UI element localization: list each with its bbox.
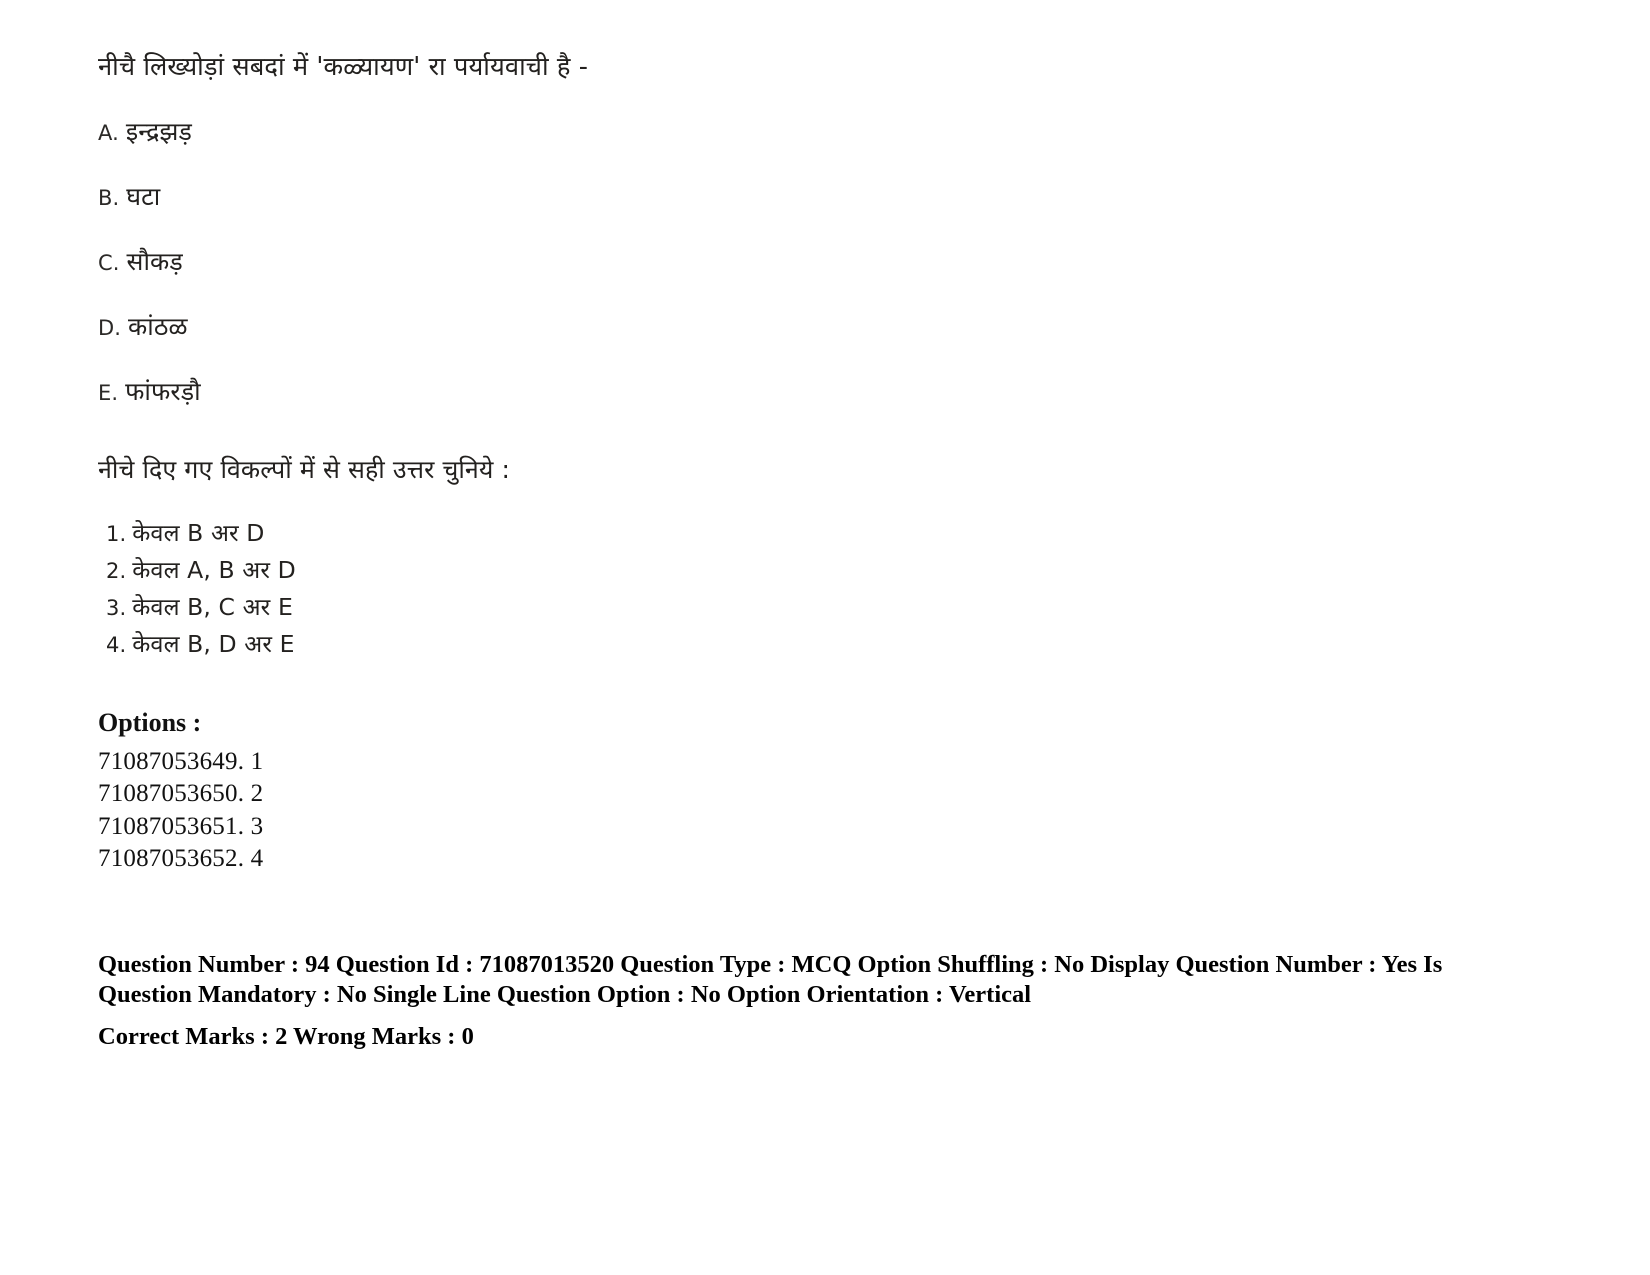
choice-number: 2. bbox=[106, 558, 127, 583]
statement-text: सौकड़ bbox=[126, 246, 183, 276]
question-stem: नीचै लिख्योड़ां सबदां में 'कळ्यायण' रा प… bbox=[98, 52, 589, 82]
statement-letter: A. bbox=[98, 120, 119, 145]
statement-item: D. कांठळ bbox=[98, 312, 1558, 342]
option-id-row: 71087053649. 1 bbox=[98, 747, 264, 775]
option-id-list: 71087053649. 1 71087053650. 2 7108705365… bbox=[98, 746, 1558, 876]
statement-item: C. सौकड़ bbox=[98, 247, 1558, 277]
statement-letter: B. bbox=[98, 185, 120, 210]
choice-item: 4. केवल B, D अर E bbox=[106, 626, 1558, 663]
statement-text: कांठळ bbox=[128, 311, 188, 341]
metadata-line-marks: Correct Marks : 2 Wrong Marks : 0 bbox=[98, 1022, 474, 1050]
metadata-line-primary: Question Number : 94 Question Id : 71087… bbox=[98, 950, 1443, 1008]
statement-letter: C. bbox=[98, 250, 120, 275]
choice-list: 1. केवल B अर D 2. केवल A, B अर D 3. केवल… bbox=[106, 515, 1558, 664]
statement-letter: E. bbox=[98, 380, 119, 405]
option-id-row: 71087053652. 4 bbox=[98, 845, 264, 873]
choice-text: केवल B, D अर E bbox=[132, 629, 295, 658]
option-id-row: 71087053651. 3 bbox=[98, 812, 264, 840]
choice-number: 4. bbox=[106, 632, 127, 657]
choice-text: केवल A, B अर D bbox=[132, 555, 296, 584]
statement-item: E. फांफरड़ौ bbox=[98, 377, 1558, 407]
option-id-row: 71087053650. 2 bbox=[98, 780, 264, 808]
statement-item: A. इन्द्रझड़ bbox=[98, 117, 1558, 147]
statement-letter: D. bbox=[98, 315, 122, 340]
choice-item: 3. केवल B, C अर E bbox=[106, 589, 1558, 626]
statement-text: इन्द्रझड़ bbox=[125, 116, 192, 146]
statement-text: फांफरड़ौ bbox=[125, 376, 201, 406]
choose-instruction: नीचे दिए गए विकल्पों में से सही उत्तर चु… bbox=[98, 454, 511, 484]
choice-number: 1. bbox=[106, 521, 127, 546]
document-page: नीचै लिख्योड़ां सबदां में 'कळ्यायण' रा प… bbox=[0, 0, 1650, 1275]
options-block: Options : 71087053649. 1 71087053650. 2 … bbox=[98, 707, 1558, 876]
choice-item: 2. केवल A, B अर D bbox=[106, 552, 1558, 589]
choice-item: 1. केवल B अर D bbox=[106, 515, 1558, 552]
options-heading: Options : bbox=[98, 708, 202, 738]
choice-text: केवल B अर D bbox=[132, 518, 265, 547]
question-content: नीचै लिख्योड़ां सबदां में 'कळ्यायण' रा प… bbox=[98, 52, 1558, 1052]
statement-list: A. इन्द्रझड़ B. घटा C. सौकड़ D. कांठळ E.… bbox=[98, 117, 1558, 407]
choice-text: केवल B, C अर E bbox=[132, 592, 293, 621]
choice-number: 3. bbox=[106, 595, 127, 620]
statement-text: घटा bbox=[126, 181, 161, 211]
statement-item: B. घटा bbox=[98, 182, 1558, 212]
question-metadata: Question Number : 94 Question Id : 71087… bbox=[98, 950, 1518, 1052]
